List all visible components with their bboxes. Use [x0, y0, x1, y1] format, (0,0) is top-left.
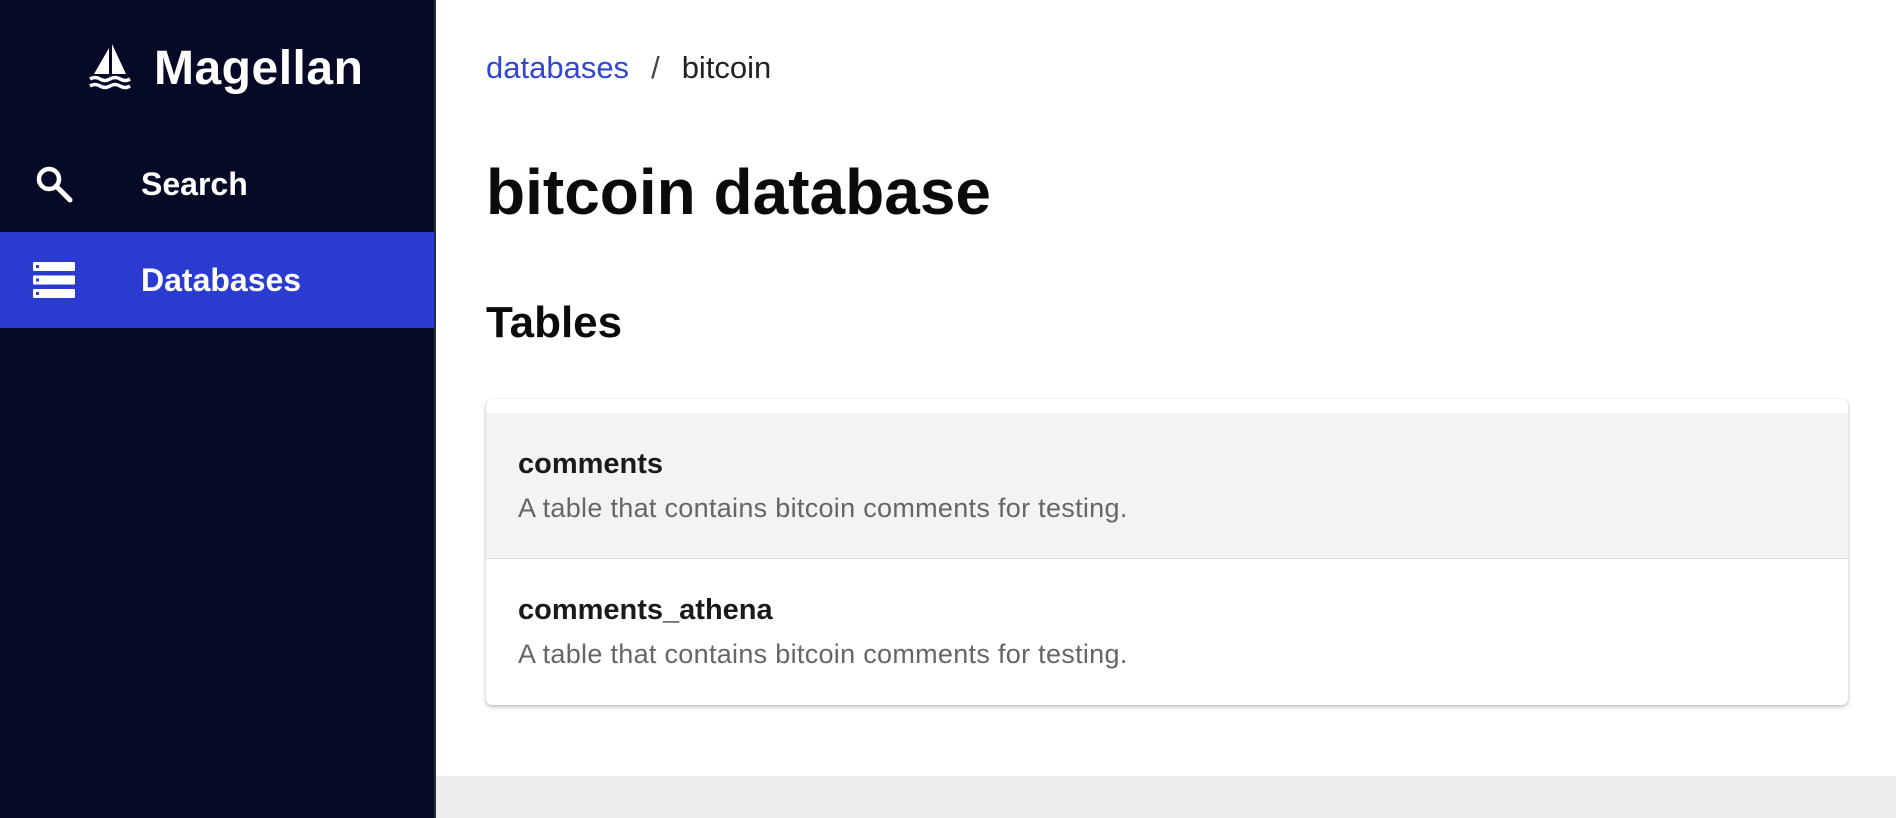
sidebar-item-label: Databases [141, 261, 302, 298]
sidebar-item-search[interactable]: Search [0, 136, 434, 232]
page-title: bitcoin database [486, 156, 991, 228]
sidebar: Magellan Search Databases [0, 0, 436, 818]
breadcrumb-current: bitcoin [681, 50, 772, 85]
sidebar-item-databases[interactable]: Databases [0, 232, 434, 328]
search-icon [27, 157, 81, 211]
footer-band [436, 776, 1896, 818]
main-content: databases / bitcoin bitcoin database Tab… [436, 0, 1896, 818]
app-name: Magellan [154, 41, 364, 95]
breadcrumb-separator: / [651, 50, 660, 85]
table-description: A table that contains bitcoin comments f… [518, 492, 1128, 523]
table-row[interactable]: comments_athena A table that contains bi… [486, 559, 1848, 705]
table-name: comments [518, 447, 664, 480]
breadcrumb: databases / bitcoin [486, 0, 1848, 137]
app-root: Magellan Search Databases databases / bi… [0, 0, 1896, 818]
table-row[interactable]: comments A table that contains bitcoin c… [486, 413, 1848, 559]
section-title-tables: Tables [486, 298, 623, 347]
breadcrumb-link-databases[interactable]: databases [486, 50, 629, 86]
tables-list: comments A table that contains bitcoin c… [486, 399, 1848, 705]
sailboat-icon [86, 42, 134, 94]
brand[interactable]: Magellan [0, 0, 434, 136]
table-description: A table that contains bitcoin comments f… [518, 639, 1128, 669]
database-list-icon [27, 253, 81, 307]
sidebar-item-label: Search [141, 165, 248, 202]
table-name: comments_athena [518, 594, 773, 626]
